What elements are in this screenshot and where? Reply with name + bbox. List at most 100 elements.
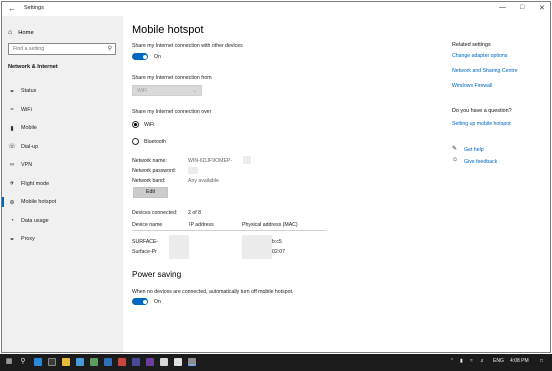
data-usage-icon: ◔ — [10, 217, 14, 224]
sidebar-home[interactable]: ⌂ Home — [8, 29, 34, 36]
device-mac: b:c5 — [272, 239, 282, 245]
minimize-icon[interactable]: — — [499, 4, 506, 11]
close-icon[interactable]: ✕ — [539, 4, 545, 12]
hotspot-icon: ⊛ — [9, 199, 15, 206]
feedback-icon: ☺ — [452, 157, 459, 163]
link-change-adapter-options[interactable]: Change adapter options — [452, 53, 507, 59]
radio-bluetooth[interactable] — [132, 138, 139, 145]
link-setting-up-hotspot[interactable]: Setting up mobile hotspot — [452, 121, 511, 127]
edge-icon[interactable] — [34, 358, 42, 366]
link-network-sharing-centre[interactable]: Network and Sharing Centre — [452, 68, 517, 74]
app-icon[interactable] — [174, 358, 182, 366]
taskbar: ▦ ⚲ ⌃ ▮ ≈ ♬ ENG 4:08 PM □ — [0, 354, 552, 371]
share-toggle[interactable] — [132, 53, 148, 60]
share-from-dropdown[interactable]: WiFi ⌄ — [132, 85, 202, 96]
column-header-device-name: Device name — [132, 222, 163, 228]
devices-connected-label: Devices connected: — [132, 210, 178, 216]
share-from-value: WiFi — [137, 88, 148, 94]
sidebar-item-label: Status — [21, 88, 37, 95]
home-icon: ⌂ — [8, 29, 13, 36]
share-from-label: Share my Internet connection from — [132, 75, 212, 81]
sidebar-item-label: VPN — [21, 162, 33, 169]
wifi-icon: ≈ — [10, 106, 14, 113]
app-icon[interactable] — [118, 358, 126, 366]
sidebar-item-mobile-hotspot[interactable]: ⊛ Mobile hotspot — [2, 193, 123, 212]
proxy-globe-icon: ⚭ — [9, 236, 15, 243]
sidebar-nav: ⚭ Status ≈ WiFi ▮ Mobile ☏ Dial-up ∞ VPN… — [2, 82, 123, 249]
sidebar-item-label: Proxy — [21, 236, 35, 243]
sidebar-item-label: Mobile hotspot — [21, 199, 57, 206]
back-arrow-icon[interactable]: ← — [8, 4, 16, 13]
sidebar-item-label: Flight mode — [21, 180, 50, 187]
title-bar: ← Settings — □ ✕ — [2, 2, 550, 16]
home-label: Home — [18, 29, 34, 36]
network-password-label: Network password: — [132, 168, 177, 174]
file-explorer-icon[interactable] — [62, 358, 70, 366]
airplane-icon: ✈ — [9, 181, 15, 188]
sidebar-item-mobile[interactable]: ▮ Mobile — [2, 119, 123, 138]
search-icon: ⚲ — [107, 46, 112, 52]
sidebar-item-proxy[interactable]: ⚭ Proxy — [2, 230, 123, 249]
power-saving-toggle-state: On — [154, 299, 161, 305]
radio-wifi[interactable] — [132, 121, 139, 128]
device-name: SURFACE- — [132, 239, 159, 245]
chevron-down-icon: ⌄ — [191, 88, 197, 94]
search-input[interactable]: Find a setting ⚲ — [8, 43, 116, 55]
task-view-icon[interactable] — [48, 358, 56, 366]
network-icon[interactable]: ≈ — [470, 358, 473, 364]
sidebar-item-dialup[interactable]: ☏ Dial-up — [2, 138, 123, 157]
redaction-block — [243, 156, 251, 164]
sidebar-item-status[interactable]: ⚭ Status — [2, 82, 123, 101]
sidebar-item-label: Data usage — [21, 217, 49, 224]
globe-icon: ⚭ — [9, 88, 15, 95]
sidebar-item-vpn[interactable]: ∞ VPN — [2, 156, 123, 175]
network-name-value: WIN-6DJF9OMEP- — [188, 158, 233, 164]
power-saving-toggle[interactable] — [132, 298, 148, 305]
app-icon[interactable] — [160, 358, 168, 366]
device-mac: 02:07 — [272, 249, 285, 255]
page-title: Mobile hotspot — [132, 24, 204, 36]
redaction-block — [169, 247, 189, 259]
settings-window: ← Settings — □ ✕ ⌂ Home Find a setting ⚲… — [1, 1, 551, 353]
app-icon[interactable] — [90, 358, 98, 366]
table-divider — [132, 230, 327, 231]
column-header-ip-address: IP address — [189, 222, 214, 228]
sidebar-item-label: Mobile — [21, 125, 37, 132]
settings-app-icon[interactable] — [188, 358, 196, 366]
link-get-help[interactable]: Get help — [464, 147, 484, 153]
maximize-icon[interactable]: □ — [520, 4, 524, 11]
sidebar-item-label: WiFi — [21, 106, 32, 113]
sidebar-item-label: Dial-up — [21, 143, 39, 150]
cellular-icon: ▮ — [10, 125, 14, 132]
power-saving-title: Power saving — [132, 270, 182, 279]
language-indicator[interactable]: ENG — [493, 358, 504, 364]
edit-button[interactable]: Edit — [133, 187, 168, 198]
volume-icon[interactable]: ♬ — [480, 358, 485, 364]
store-icon[interactable] — [76, 358, 84, 366]
share-toggle-state: On — [154, 54, 161, 60]
network-band-value: Any available — [188, 178, 219, 184]
app-icon[interactable] — [104, 358, 112, 366]
question-title: Do you have a question? — [452, 108, 512, 114]
phone-icon: ☏ — [8, 144, 16, 151]
section-title: Network & Internet — [8, 64, 58, 70]
clock[interactable]: 4:08 PM — [510, 358, 529, 364]
tray-chevron-icon[interactable]: ⌃ — [450, 358, 454, 364]
device-name: Surface-Pr — [132, 249, 157, 255]
sidebar-item-data-usage[interactable]: ◔ Data usage — [2, 212, 123, 231]
radio-bluetooth-label: Bluetooth — [144, 139, 166, 145]
app-icon[interactable] — [132, 358, 140, 366]
start-icon[interactable]: ▦ — [4, 357, 14, 367]
link-windows-firewall[interactable]: Windows Firewall — [452, 83, 492, 89]
battery-icon[interactable]: ▮ — [460, 358, 463, 364]
share-label: Share my Internet connection with other … — [132, 43, 243, 49]
sidebar-item-wifi[interactable]: ≈ WiFi — [2, 101, 123, 120]
link-give-feedback[interactable]: Give feedback — [464, 159, 497, 165]
related-settings-title: Related settings — [452, 42, 491, 48]
notifications-icon[interactable]: □ — [540, 358, 543, 364]
app-icon[interactable] — [146, 358, 154, 366]
column-header-mac: Physical address (MAC) — [242, 222, 298, 228]
search-icon[interactable]: ⚲ — [18, 357, 28, 367]
search-placeholder: Find a setting — [13, 46, 45, 52]
sidebar-item-flight-mode[interactable]: ✈ Flight mode — [2, 175, 123, 194]
